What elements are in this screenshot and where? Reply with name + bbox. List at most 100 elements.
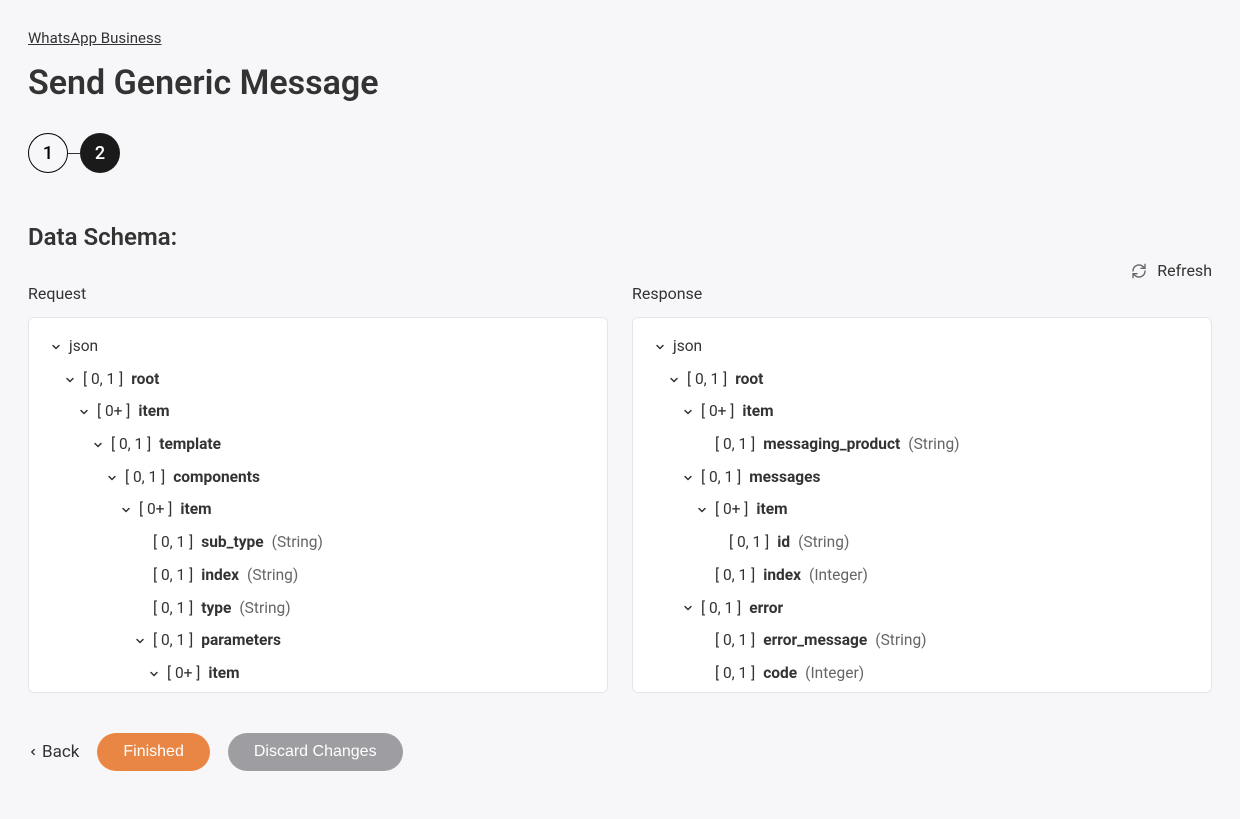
cardinality: [ 0+ ] [167, 663, 200, 685]
request-tree: json[ 0, 1 ]root[ 0+ ]item[ 0, 1 ]templa… [49, 336, 587, 685]
breadcrumb-link[interactable]: WhatsApp Business [28, 29, 161, 47]
refresh-icon [1131, 263, 1147, 279]
chevron-down-icon[interactable] [667, 373, 681, 387]
chevron-down-icon[interactable] [119, 503, 133, 517]
tree-row: json [653, 336, 1191, 358]
cardinality: [ 0+ ] [715, 499, 748, 521]
cardinality: [ 0, 1 ] [687, 369, 727, 391]
field-name: item [180, 499, 211, 521]
response-label: Response [632, 284, 1212, 303]
field-name: components [173, 467, 260, 489]
tree-row: [ 0+ ] item [49, 401, 587, 423]
tree-row: [ 0+ ] item [653, 499, 1191, 521]
tree-row: [ 0+ ] item [49, 663, 587, 685]
cardinality: [ 0+ ] [701, 401, 734, 423]
tree-row: [ 0, 1 ]messaging_product(String) [653, 434, 1191, 456]
field-type: (String) [247, 565, 298, 587]
chevron-down-icon[interactable] [63, 373, 77, 387]
cardinality: [ 0, 1 ] [83, 369, 123, 391]
field-name: item [138, 401, 169, 423]
cardinality: [ 0, 1 ] [729, 532, 769, 554]
finished-button[interactable]: Finished [97, 733, 209, 771]
field-name: root [131, 369, 159, 391]
cardinality: [ 0+ ] [97, 401, 130, 423]
cardinality: [ 0, 1 ] [701, 598, 741, 620]
response-tree: json[ 0, 1 ]root[ 0+ ]item[ 0, 1 ]messag… [653, 336, 1191, 685]
field-type: (String) [798, 532, 849, 554]
section-title: Data Schema: [28, 223, 1212, 251]
field-type: (String) [272, 532, 323, 554]
field-name: item [208, 663, 239, 685]
field-name: type [201, 598, 231, 620]
chevron-down-icon[interactable] [77, 405, 91, 419]
cardinality: [ 0, 1 ] [701, 467, 741, 489]
refresh-label: Refresh [1157, 261, 1212, 280]
field-name: sub_type [201, 532, 263, 554]
field-name: code [763, 663, 797, 685]
tree-row: [ 0, 1 ]error_message(String) [653, 630, 1191, 652]
step-connector [68, 153, 80, 154]
step-2[interactable]: 2 [80, 133, 120, 173]
tree-row: [ 0+ ]item [653, 401, 1191, 423]
field-name: messaging_product [763, 434, 900, 456]
tree-row: [ 0+ ] item [49, 499, 587, 521]
field-name: parameters [201, 630, 281, 652]
chevron-down-icon[interactable] [147, 667, 161, 681]
step-1[interactable]: 1 [28, 133, 68, 173]
cardinality: [ 0, 1 ] [715, 663, 755, 685]
discard-button[interactable]: Discard Changes [228, 733, 403, 771]
back-button[interactable]: Back [28, 742, 79, 762]
tree-row: [ 0, 1 ] code (Integer) [653, 663, 1191, 685]
cardinality: [ 0, 1 ] [153, 565, 193, 587]
back-label: Back [42, 742, 79, 762]
chevron-down-icon[interactable] [105, 471, 119, 485]
field-type: (String) [908, 434, 959, 456]
cardinality: [ 0, 1 ] [153, 630, 193, 652]
field-name: error [749, 598, 783, 620]
chevron-down-icon[interactable] [133, 634, 147, 648]
tree-row: [ 0, 1 ] type (String) [49, 598, 587, 620]
field-name: item [756, 499, 787, 521]
request-label: Request [28, 284, 608, 303]
request-panel: json[ 0, 1 ]root[ 0+ ]item[ 0, 1 ]templa… [28, 317, 608, 693]
tree-row: [ 0, 1 ] index (Integer) [653, 565, 1191, 587]
cardinality: [ 0, 1 ] [153, 598, 193, 620]
tree-row: json [49, 336, 587, 358]
field-type: (String) [875, 630, 926, 652]
stepper: 1 2 [28, 133, 1212, 173]
field-name: template [159, 434, 221, 456]
chevron-down-icon[interactable] [681, 601, 695, 615]
tree-node-plain: json [69, 336, 98, 358]
tree-row: [ 0, 1 ] root [653, 369, 1191, 391]
chevron-down-icon[interactable] [681, 471, 695, 485]
tree-row: [ 0, 1 ] parameters [49, 630, 587, 652]
field-type: (Integer) [809, 565, 868, 587]
tree-row: [ 0, 1 ] sub_type (String) [49, 532, 587, 554]
field-type: (Integer) [805, 663, 864, 685]
field-type: (String) [239, 598, 290, 620]
tree-row: [ 0, 1 ]index(String) [49, 565, 587, 587]
chevron-down-icon[interactable] [681, 405, 695, 419]
tree-row: [ 0, 1 ] error [653, 598, 1191, 620]
cardinality: [ 0, 1 ] [715, 565, 755, 587]
chevron-down-icon[interactable] [49, 340, 63, 354]
chevron-down-icon[interactable] [695, 503, 709, 517]
cardinality: [ 0, 1 ] [153, 532, 193, 554]
tree-row: [ 0, 1 ] template [49, 434, 587, 456]
cardinality: [ 0, 1 ] [715, 630, 755, 652]
chevron-down-icon[interactable] [653, 340, 667, 354]
field-name: id [777, 532, 790, 554]
refresh-button[interactable]: Refresh [1131, 261, 1212, 280]
cardinality: [ 0+ ] [139, 499, 172, 521]
field-name: root [735, 369, 763, 391]
cardinality: [ 0, 1 ] [125, 467, 165, 489]
tree-node-plain: json [673, 336, 702, 358]
page-title: Send Generic Message [28, 63, 1212, 103]
field-name: messages [749, 467, 820, 489]
chevron-down-icon[interactable] [91, 438, 105, 452]
cardinality: [ 0, 1 ] [111, 434, 151, 456]
field-name: index [763, 565, 801, 587]
response-panel: json[ 0, 1 ]root[ 0+ ]item[ 0, 1 ]messag… [632, 317, 1212, 693]
tree-row: [ 0, 1 ] id (String) [653, 532, 1191, 554]
tree-row: [ 0, 1 ] messages [653, 467, 1191, 489]
